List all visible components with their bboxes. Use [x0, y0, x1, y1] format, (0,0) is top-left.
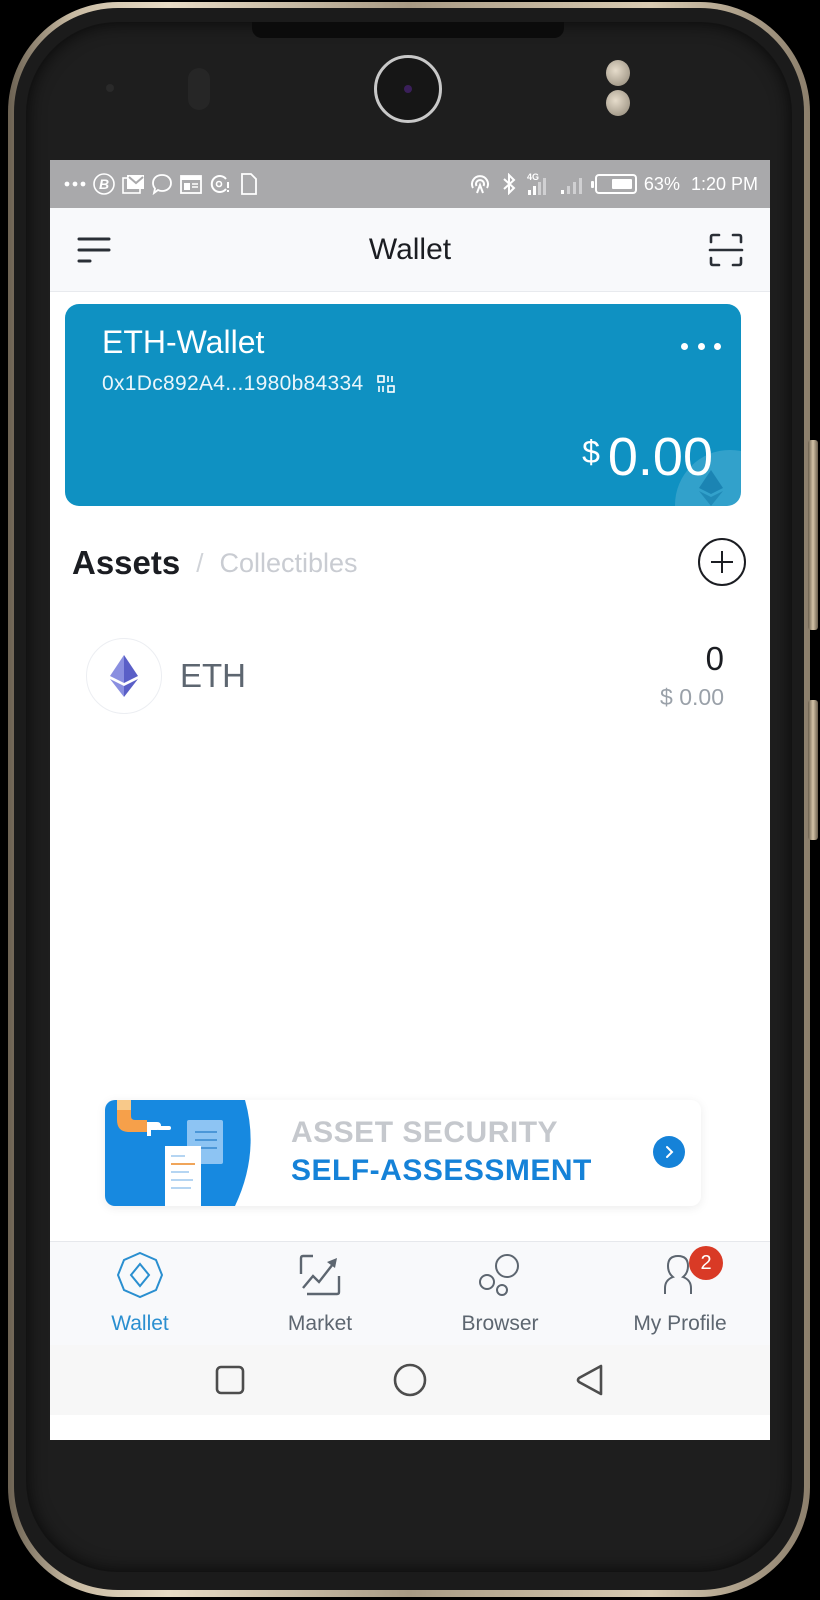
wallet-name: ETH-Wallet: [102, 324, 265, 360]
battery-icon: [590, 174, 637, 194]
add-asset-button[interactable]: [698, 538, 746, 586]
system-nav-bar: [50, 1345, 770, 1415]
hotspot-icon: [469, 173, 491, 195]
asset-values: 0 $ 0.00: [660, 641, 724, 710]
power-button[interactable]: [808, 700, 818, 840]
banner-subtitle: SELF-ASSESSMENT: [291, 1154, 592, 1187]
sync-alert-icon: [209, 173, 231, 195]
dot-icon: [681, 342, 688, 350]
signal-4g-icon: 4G: [527, 172, 553, 195]
status-right-icons: 4G 63% 1:20 PM: [469, 172, 758, 195]
notification-badge: 2: [689, 1246, 723, 1280]
tab-assets[interactable]: Assets: [72, 544, 180, 582]
banner-title: ASSET SECURITY: [291, 1116, 559, 1149]
proximity-sensor: [106, 84, 114, 92]
file-icon: [238, 173, 260, 195]
ethereum-icon: [110, 655, 138, 697]
scan-icon: [708, 233, 744, 266]
profile-icon: 2: [655, 1246, 723, 1300]
menu-button[interactable]: [74, 230, 114, 270]
dot-icon: [697, 342, 705, 350]
security-illustration: [105, 1100, 251, 1206]
chat-icon: [151, 173, 173, 195]
wallet-icon: [115, 1250, 165, 1300]
triangle-back-icon: [576, 1364, 603, 1396]
circle-icon: [393, 1363, 427, 1397]
phone-screen: B 4G 63% 1:20 PM Wallet ETH-Wallet 0x1Dc…: [50, 160, 770, 1440]
security-assessment-banner[interactable]: ASSET SECURITY SELF-ASSESSMENT: [105, 1100, 701, 1206]
ethereum-icon: [699, 470, 723, 506]
wallet-card[interactable]: ETH-Wallet 0x1Dc892A4...1980b84334 $ 0.0…: [65, 304, 741, 506]
recent-apps-button[interactable]: [210, 1360, 250, 1400]
network-type-label: 4G: [527, 172, 539, 182]
bottom-nav: Wallet Market Browser 2 My Profile: [50, 1241, 770, 1345]
battery-percent: 63%: [643, 173, 680, 194]
wallet-address-row: 0x1Dc892A4...1980b84334: [102, 372, 396, 396]
app-header: Wallet: [50, 208, 770, 292]
tab-separator: /: [196, 547, 204, 578]
qr-code-icon[interactable]: [377, 375, 396, 393]
tab-collectibles[interactable]: Collectibles: [219, 548, 357, 579]
chevron-right-icon: [666, 1146, 674, 1158]
nav-browser[interactable]: Browser: [410, 1242, 590, 1345]
earpiece-speaker: [252, 22, 564, 38]
assets-tabs: Assets / Collectibles: [72, 538, 746, 588]
front-flash: [606, 60, 630, 86]
eth-logo: [86, 638, 162, 714]
light-sensor: [188, 68, 210, 110]
asset-symbol: ETH: [180, 657, 246, 694]
nav-label: Market: [287, 1312, 353, 1335]
gallery-mail-icon: [122, 173, 144, 195]
banner-arrow-button[interactable]: [653, 1136, 685, 1168]
square-icon: [215, 1365, 245, 1395]
front-flash: [606, 90, 630, 116]
bluetooth-icon: [498, 173, 520, 195]
wallet-address[interactable]: 0x1Dc892A4...1980b84334: [102, 372, 363, 396]
asset-list-item[interactable]: ETH 0 $ 0.00: [86, 636, 724, 716]
more-options-button[interactable]: [681, 334, 721, 358]
nav-label: Browser: [461, 1312, 539, 1335]
volume-button[interactable]: [808, 440, 818, 630]
asset-amount: 0: [705, 640, 724, 678]
dot-icon: [714, 342, 721, 350]
nav-market[interactable]: Market: [230, 1242, 410, 1345]
plus-icon: [711, 551, 733, 573]
back-button[interactable]: [570, 1360, 610, 1400]
signal-icon: [560, 173, 584, 195]
status-left-icons: B: [64, 173, 260, 195]
calendar-icon: [180, 173, 202, 195]
page-title: Wallet: [368, 232, 452, 266]
asset-fiat-value: $ 0.00: [660, 683, 724, 710]
battery-level: [611, 179, 632, 189]
scan-button[interactable]: [706, 230, 746, 270]
browser-bubbles-icon: [475, 1250, 525, 1300]
currency-symbol: $: [582, 434, 600, 470]
nav-label: My Profile: [633, 1312, 727, 1335]
more-notifications-icon: [64, 173, 86, 195]
clock: 1:20 PM: [690, 173, 758, 194]
market-chart-icon: [295, 1250, 345, 1300]
nav-label: Wallet: [111, 1312, 169, 1335]
home-button[interactable]: [390, 1360, 430, 1400]
status-bar: B 4G 63% 1:20 PM: [50, 160, 770, 208]
svg-text:B: B: [99, 176, 109, 192]
front-camera: [374, 55, 442, 123]
b-app-icon: B: [93, 173, 115, 195]
menu-icon: [77, 237, 111, 262]
nav-my-profile[interactable]: 2 My Profile: [590, 1242, 770, 1345]
nav-wallet[interactable]: Wallet: [50, 1242, 230, 1345]
